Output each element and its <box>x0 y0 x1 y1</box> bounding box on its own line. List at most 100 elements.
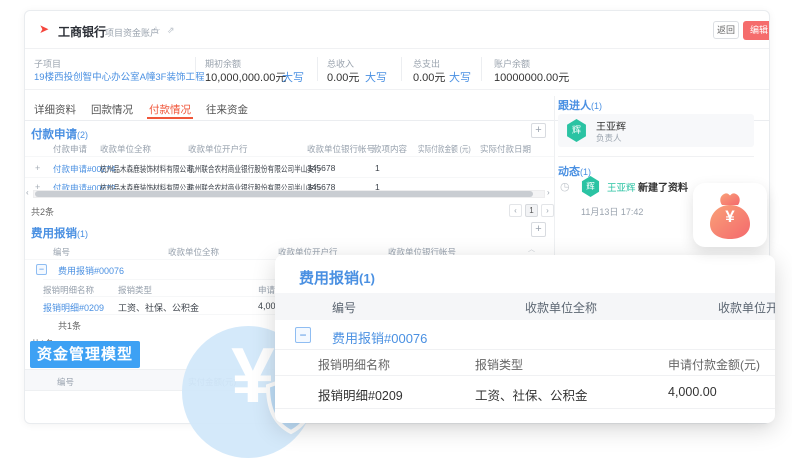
field-value: 0.00元 <box>327 69 359 85</box>
page-number[interactable]: 1 <box>525 204 538 217</box>
add-expense-button[interactable]: + <box>531 222 546 237</box>
add-payment-button[interactable]: + <box>531 123 546 138</box>
col-header: 款项内容 <box>373 143 407 155</box>
popup-subheader-row: 报销明细名称 报销类型 申请付款金额(元) <box>275 350 775 376</box>
col-header: 编号 <box>57 376 74 388</box>
follower-role: 负责人 <box>596 132 622 144</box>
detail-row-count: 共1条 <box>58 319 81 332</box>
field-value: 10000000.00元 <box>494 69 569 85</box>
collapse-row-icon[interactable]: − <box>295 327 311 343</box>
divider <box>25 177 554 178</box>
cell-account: 345678 <box>307 163 335 173</box>
subcol-header: 报销类型 <box>475 356 523 373</box>
subproject-link[interactable]: 19楼西投创智中心办公室A幢3F装饰工程 <box>34 69 205 83</box>
follower-count: (1) <box>591 101 602 111</box>
cell-company: 杭州品木森鹿装饰材料有限公司 <box>100 163 193 175</box>
record-flag-icon: ➤ <box>39 22 49 36</box>
tab-collections[interactable]: 回款情况 <box>91 102 133 117</box>
uppercase-link[interactable]: 大写 <box>449 69 471 85</box>
table-row: 报销明细#0209 工资、社保、公积金 4,000.00 <box>275 376 775 409</box>
activity-count: (1) <box>580 167 591 177</box>
subcol-header: 报销明细名称 <box>318 356 390 373</box>
col-header: 实际付款金额 (元) <box>418 143 471 155</box>
top-bar: ➤ 工商银行 项目资金账户 ☆ ⇗ 返回 编辑 <box>25 11 769 49</box>
popup-header-row: 编号 收款单位全称 收款单位开户行 <box>275 293 775 320</box>
avatar: 辉 <box>566 119 587 142</box>
cell-amount: 4,000.00 <box>668 385 717 399</box>
avatar: 辉 <box>581 176 600 197</box>
section-count: (1) <box>77 229 88 239</box>
activity-time: 11月13日 17:42 <box>581 205 643 218</box>
subcol-header: 报销类型 <box>118 284 152 296</box>
activity-title: 动态(1) <box>558 163 591 179</box>
divider <box>401 57 402 81</box>
expense-link[interactable]: 费用报销#00076 <box>332 328 427 347</box>
money-bag-yen-icon: ¥ <box>693 207 767 227</box>
col-header: 收款单位全称 <box>168 246 219 258</box>
cell-expense-type: 工资、社保、公积金 <box>118 301 199 314</box>
divider <box>317 57 318 81</box>
col-header: 编号 <box>53 246 70 258</box>
expand-row-icon[interactable]: + <box>35 163 40 173</box>
caption-fund-management-model: 资金管理模型 <box>30 341 140 368</box>
section-count: (2) <box>77 130 88 140</box>
expense-link[interactable]: 费用报销#00076 <box>58 264 124 277</box>
scroll-left-icon[interactable]: ‹ <box>26 188 29 197</box>
activity-actor[interactable]: 王亚辉 <box>607 180 636 194</box>
follower-title-text: 跟进人 <box>558 100 591 112</box>
uppercase-link[interactable]: 大写 <box>282 69 304 85</box>
popup-title: 费用报销(1) <box>299 267 375 288</box>
subcol-header: 申请付款金额(元) <box>668 356 760 373</box>
money-bag-card: ¥ <box>693 183 767 247</box>
divider <box>25 89 769 90</box>
col-header: 收款单位银行帐号 <box>307 143 375 155</box>
expense-popup: 费用报销(1) 编号 收款单位全称 收款单位开户行 − 费用报销#00076 报… <box>275 255 775 423</box>
scroll-right-icon[interactable]: › <box>547 188 550 197</box>
table-row: − 费用报销#00076 <box>275 320 775 350</box>
divider <box>25 156 554 157</box>
section-title-text: 费用报销 <box>31 228 77 240</box>
col-header: 收款单位开户行 <box>718 299 775 316</box>
section-title: 付款申请(2) <box>31 126 88 142</box>
divider <box>195 57 196 81</box>
col-header: 收款单位全称 <box>100 143 151 155</box>
row-count: 共2条 <box>31 205 54 218</box>
uppercase-link[interactable]: 大写 <box>365 69 387 85</box>
divider <box>558 156 754 157</box>
page-next-button[interactable]: › <box>541 204 554 217</box>
col-header: 实际付款日期 <box>480 143 531 155</box>
expense-detail-link[interactable]: 报销明细#0209 <box>43 301 104 314</box>
divider <box>481 57 482 81</box>
section-title-text: 付款申请 <box>31 129 77 141</box>
cell-content: 1 <box>375 163 380 173</box>
field-value: 0.00元 <box>413 69 445 85</box>
edit-button[interactable]: 编辑 <box>743 21 770 40</box>
tab-payments[interactable]: 付款情况 <box>149 102 191 117</box>
scrollbar-thumb[interactable] <box>35 191 533 197</box>
follower-title: 跟进人(1) <box>558 97 602 113</box>
clock-icon: ◷ <box>560 180 570 193</box>
popup-title-text: 费用报销 <box>299 270 359 287</box>
tab-transactions[interactable]: 往来资金 <box>206 102 248 117</box>
subcol-header: 报销明细名称 <box>43 284 94 296</box>
share-icon[interactable]: ⇗ <box>167 25 175 36</box>
cell-bank: 杭州联合农村商业银行股份有限公司半山支行 <box>188 163 321 175</box>
expense-detail-link[interactable]: 报销明细#0209 <box>318 385 403 404</box>
col-header: 付款申请 <box>53 143 87 155</box>
activity-title-text: 动态 <box>558 166 580 178</box>
follower-name: 王亚辉 <box>596 118 626 133</box>
favorite-star-icon[interactable]: ☆ <box>151 24 161 37</box>
popup-count: (1) <box>359 271 375 286</box>
collapse-row-icon[interactable]: − <box>36 264 47 275</box>
field-value: 10,000,000.00元 <box>205 69 286 85</box>
active-tab-underline <box>147 117 193 119</box>
cell-expense-type: 工资、社保、公积金 <box>475 385 588 404</box>
col-header: 收款单位全称 <box>525 299 597 316</box>
follower-card[interactable]: 辉 王亚辉 负责人 <box>558 114 754 147</box>
scroll-up-icon[interactable]: ︿ <box>528 244 535 254</box>
activity-action: 新建了资料 <box>638 179 688 194</box>
back-button[interactable]: 返回 <box>713 21 739 39</box>
col-header: 收款单位开户行 <box>188 143 248 155</box>
tab-details[interactable]: 详细资料 <box>34 102 76 117</box>
page-prev-button[interactable]: ‹ <box>509 204 522 217</box>
